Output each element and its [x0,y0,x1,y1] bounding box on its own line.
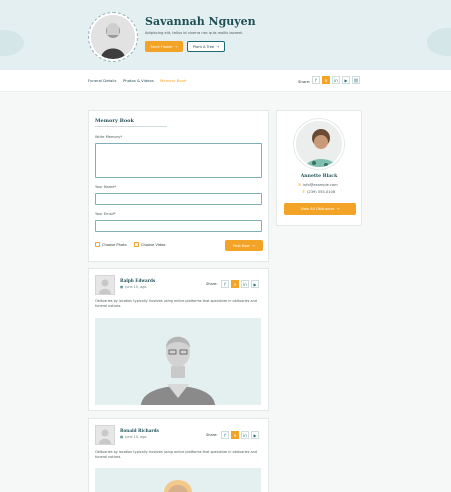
contact-name: Annette Black [300,174,338,179]
calendar-icon: ▦ [120,285,124,289]
post-photo [95,318,261,405]
video-checkbox[interactable] [134,242,139,247]
post-date: ▦ June 10, ago [120,285,146,289]
contact-email[interactable]: ✉ info@example.com [298,183,338,187]
post-author: Ronald Richards [120,428,159,433]
tab-memory-book[interactable]: Memory Book [160,78,186,83]
memory-textarea[interactable] [95,143,262,178]
deceased-subtitle: Adipiscing elit, tellus id viverra nec q… [145,31,244,35]
choose-photo-label: Choose Photo [102,242,127,247]
mail-icon: ✉ [298,183,302,187]
arrow-right-icon: → [336,207,340,211]
name-field[interactable] [95,193,262,205]
photo-checkbox[interactable] [95,242,100,247]
arrow-right-icon: → [216,44,220,49]
twitter-icon[interactable]: ✕ [231,280,239,288]
post-text: Obituaries by location typically involve… [95,450,257,460]
decorative-shape [0,30,24,56]
twitter-icon[interactable]: ✕ [322,76,330,84]
linkedin-icon[interactable]: in [241,280,249,288]
contact-phone-text: (239) 555-0108 [307,190,336,194]
post-now-button[interactable]: Post Now → [225,240,263,251]
contact-phone[interactable]: ✆ (239) 555-0108 [302,190,335,194]
view-obituaries-button[interactable]: View All Obituaries → [284,203,356,215]
memory-book-title: Memory Book [95,118,134,124]
phone-icon: ✆ [302,190,306,194]
deceased-avatar [88,12,138,62]
arrow-right-icon: → [251,243,255,248]
post-date: ▦ June 10, ago [120,435,146,439]
email-field[interactable] [95,220,262,232]
tab-photos-videos[interactable]: Photos & Videos [123,78,154,83]
memory-label: Write Memory* [95,135,123,139]
twitter-icon[interactable]: ✕ [231,431,239,439]
decorative-shape [427,28,451,56]
name-label: Your Name* [95,185,117,189]
plant-tree-button[interactable]: Plant A Tree → [187,41,225,52]
share-label: Share: [298,79,311,84]
arrow-right-icon: → [174,44,178,49]
email-label: Your Email* [95,212,116,216]
post-date-text: June 10, ago [125,285,147,289]
post-share-label: Share: [206,433,218,437]
post-photo [95,468,261,492]
post-avatar [95,425,115,445]
post-avatar [95,275,115,295]
facebook-icon[interactable]: f [221,280,229,288]
post-share-label: Share: [206,282,218,286]
send-flower-button[interactable]: Send Flower → [145,41,183,52]
youtube-icon[interactable]: ▶ [251,280,259,288]
post-text: Obituaries by location typically involve… [95,299,257,309]
view-obituaries-label: View All Obituaries [300,207,335,211]
title-divider [95,126,167,127]
choose-photo-option[interactable]: Choose Photo [95,242,127,247]
facebook-icon[interactable]: f [312,76,320,84]
content-tabs: Funeral Details Photos & Videos Memory B… [0,70,451,92]
facebook-icon[interactable]: f [221,431,229,439]
choose-video-option[interactable]: Choose Video [134,242,165,247]
send-flower-label: Send Flower [150,44,173,49]
youtube-icon[interactable]: ▶ [251,431,259,439]
contact-email-text: info@example.com [303,183,338,187]
choose-video-label: Choose Video [141,242,166,247]
linkedin-icon[interactable]: in [332,76,340,84]
linkedin-icon[interactable]: in [241,431,249,439]
plant-tree-label: Plant A Tree [192,44,215,49]
tab-funeral-details[interactable]: Funeral Details [88,78,116,83]
deceased-name: Savannah Nguyen [145,15,256,28]
post-date-text: June 10, ago [125,435,147,439]
post-author: Ralph Edwards [120,278,156,283]
post-now-label: Post Now [233,243,250,248]
contact-avatar [294,119,344,169]
link-icon[interactable]: ⛓ [352,76,360,84]
hero-banner [0,0,451,70]
calendar-icon: ▦ [120,435,124,439]
youtube-icon[interactable]: ▶ [342,76,350,84]
